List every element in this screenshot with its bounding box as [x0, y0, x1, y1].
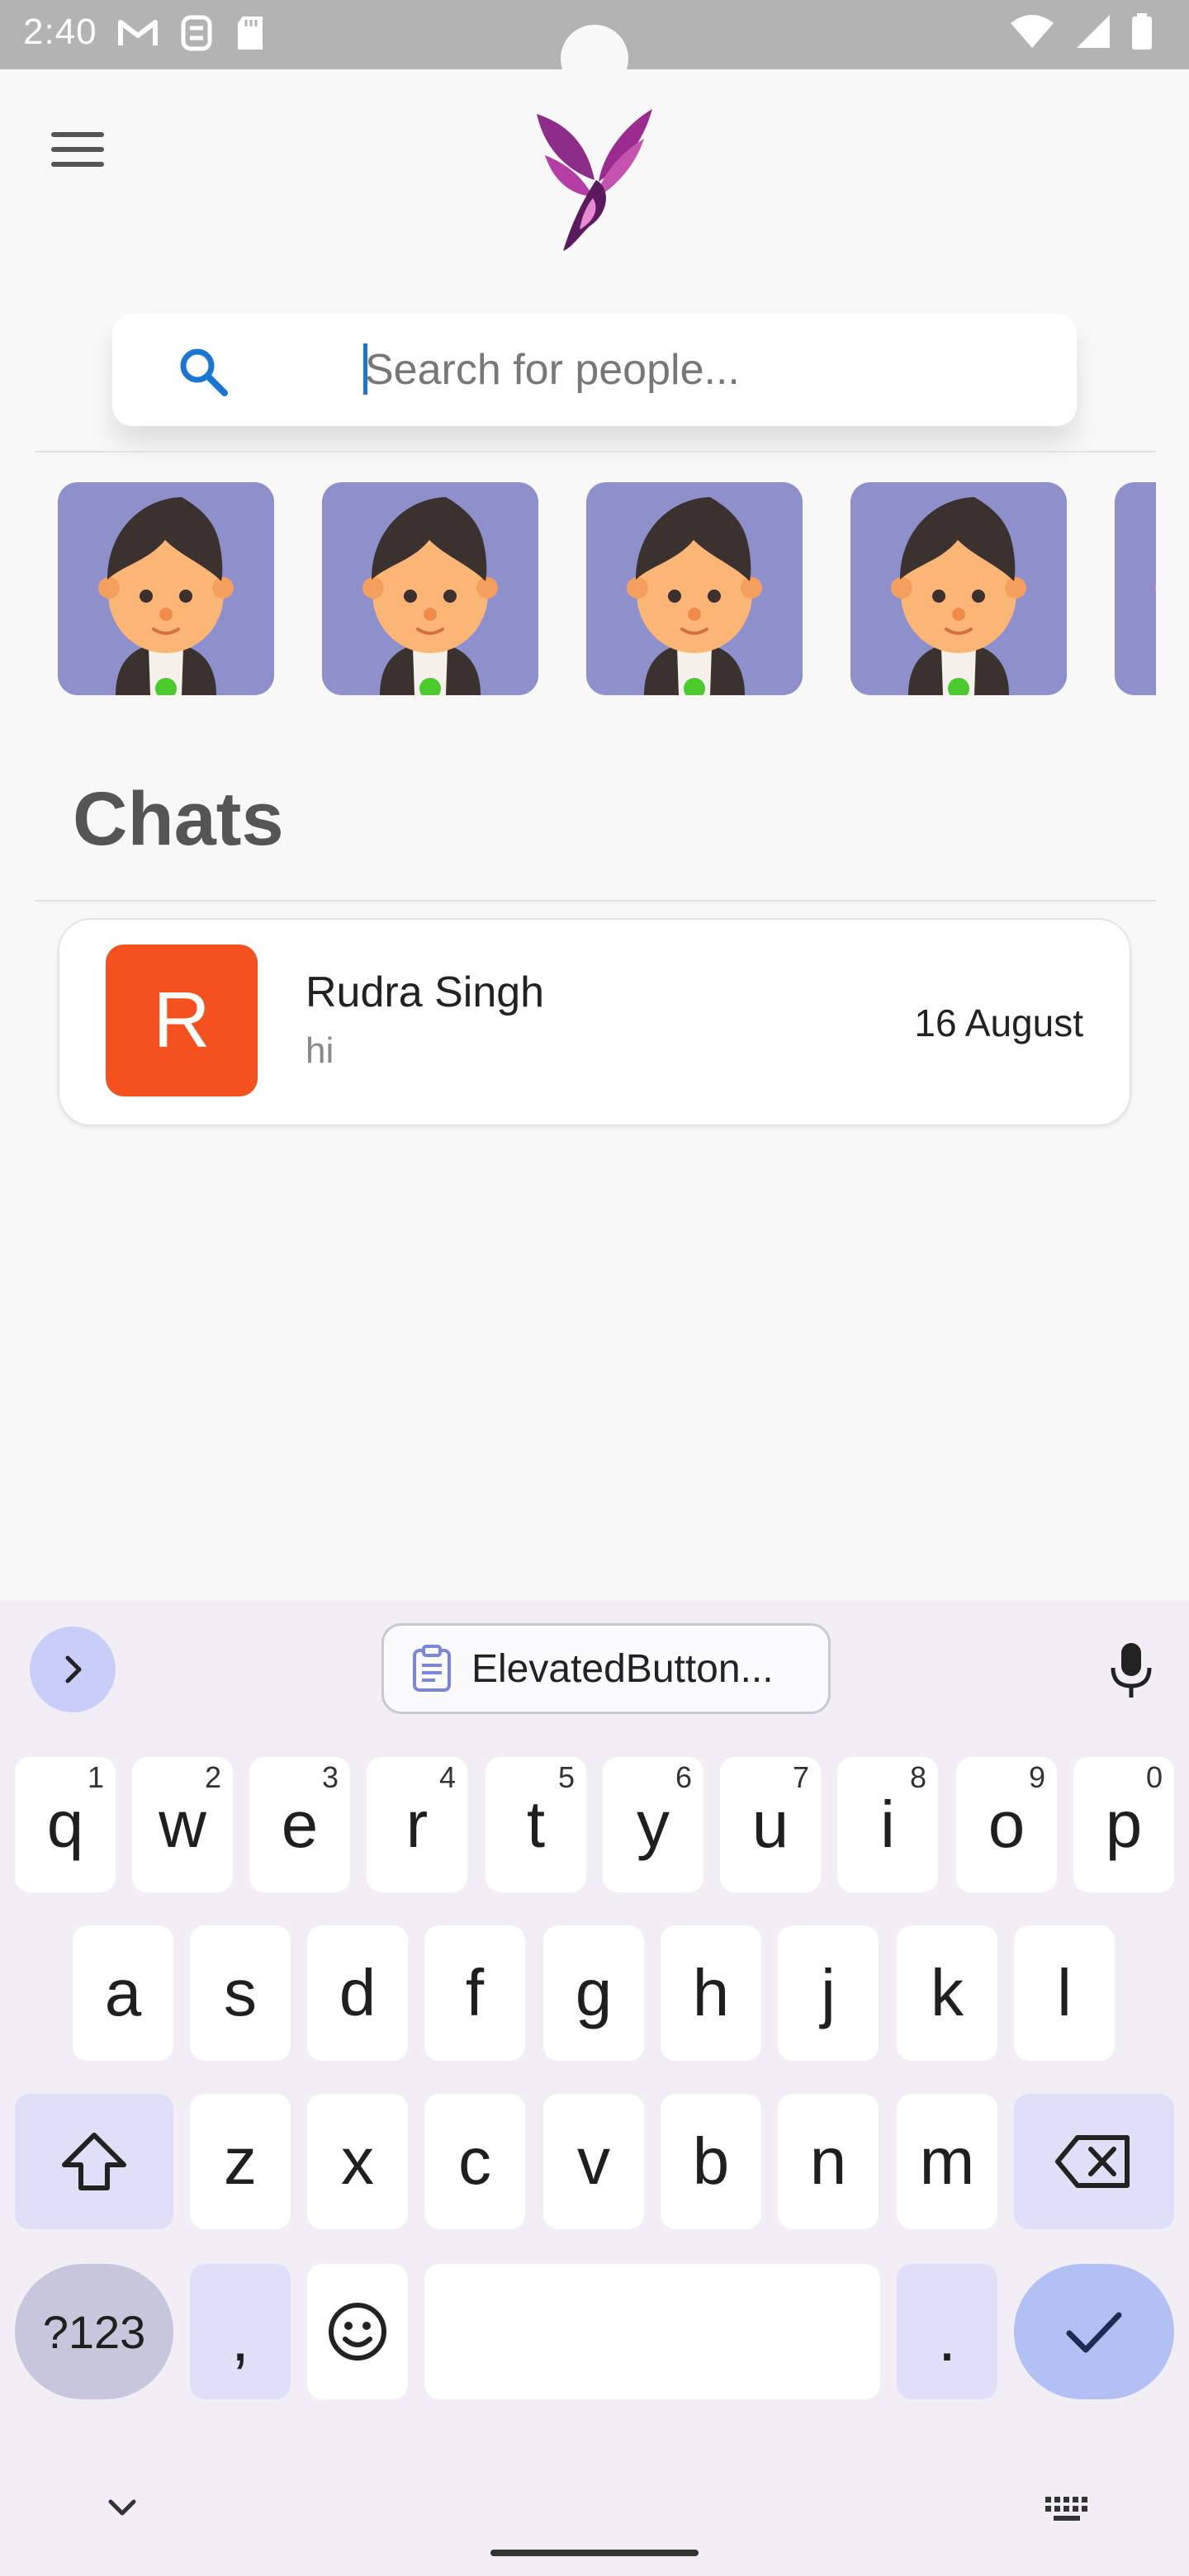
backspace-key[interactable] [1014, 2094, 1174, 2229]
search-box[interactable] [112, 314, 1077, 426]
battery-icon [1132, 13, 1152, 50]
comma-key[interactable]: , [190, 2264, 291, 2399]
key-d[interactable]: d [307, 1925, 408, 2061]
key-y[interactable]: y6 [603, 1757, 703, 1892]
avatar-icon [891, 497, 1026, 695]
shift-icon [62, 2133, 126, 2190]
sd-card-icon [238, 17, 263, 50]
key-m[interactable]: m [897, 2094, 997, 2229]
backspace-icon [1055, 2135, 1130, 2188]
period-key[interactable]: . [897, 2264, 997, 2399]
status-time: 2:40 [23, 12, 97, 52]
chat-name: Rudra Singh [306, 968, 545, 1016]
status-system-icons [1009, 13, 1153, 50]
shift-key[interactable] [15, 2094, 173, 2229]
camera-cutout [561, 25, 628, 92]
emoji-icon [329, 2303, 386, 2361]
key-t[interactable]: t5 [486, 1757, 586, 1892]
user-avatar[interactable] [850, 482, 1067, 695]
toolbar-expand-button[interactable] [30, 1627, 116, 1712]
key-b[interactable]: b [661, 2094, 761, 2229]
key-r[interactable]: r4 [367, 1757, 467, 1892]
key-k[interactable]: k [897, 1925, 997, 2061]
clipboard-suggestion-chip[interactable]: ElevatedButton... [381, 1623, 831, 1714]
enter-key[interactable] [1014, 2264, 1174, 2399]
key-f[interactable]: f [424, 1925, 525, 2061]
key-u[interactable]: u7 [720, 1757, 821, 1892]
chat-list-item[interactable]: R Rudra Singh hi 16 August [58, 918, 1131, 1126]
bird-logo [537, 109, 652, 251]
key-h[interactable]: h [661, 1925, 761, 2061]
key-g[interactable]: g [543, 1925, 644, 2061]
key-x[interactable]: x [307, 2094, 408, 2229]
key-i[interactable]: i8 [837, 1757, 938, 1892]
divider [35, 900, 1156, 902]
microphone-icon[interactable] [1108, 1641, 1154, 1699]
clipboard-icon [413, 1645, 451, 1692]
online-users-row[interactable] [58, 482, 1156, 698]
signal-icon [1077, 15, 1110, 48]
user-avatar[interactable] [322, 482, 538, 695]
key-q[interactable]: q1 [15, 1757, 116, 1892]
user-avatar[interactable] [58, 482, 274, 695]
key-w[interactable]: w2 [132, 1757, 233, 1892]
gmail-icon [118, 20, 158, 45]
chevron-down-icon[interactable] [102, 2492, 142, 2525]
chat-date: 16 August [914, 1002, 1083, 1044]
clipboard-suggestion-text: ElevatedButton... [471, 1646, 774, 1691]
home-indicator[interactable] [490, 2550, 699, 2556]
search-input[interactable] [365, 334, 1026, 406]
avatar-icon [98, 497, 234, 695]
key-o[interactable]: o9 [956, 1757, 1057, 1892]
status-notification-icons [117, 15, 266, 51]
key-l[interactable]: l [1014, 1925, 1115, 2061]
checkmark-icon [1066, 2312, 1122, 2353]
key-s[interactable]: s [190, 1925, 291, 2061]
key-e[interactable]: e3 [249, 1757, 350, 1892]
divider [35, 451, 1156, 452]
app-icon [181, 15, 212, 51]
key-c[interactable]: c [424, 2094, 525, 2229]
key-z[interactable]: z [190, 2094, 291, 2229]
key-a[interactable]: a [73, 1925, 173, 2061]
key-p[interactable]: p0 [1073, 1757, 1174, 1892]
soft-keyboard: ElevatedButton... q1 w2 e3 r4 t5 y6 u7 i… [0, 1600, 1189, 2576]
search-icon [180, 348, 228, 396]
user-avatar[interactable] [1115, 482, 1156, 695]
chevron-right-icon [65, 1655, 82, 1683]
menu-icon[interactable] [51, 132, 111, 177]
user-avatar[interactable] [586, 482, 803, 695]
emoji-key[interactable] [307, 2264, 408, 2399]
keyboard-switch-icon[interactable] [1042, 2492, 1093, 2525]
space-key[interactable] [424, 2264, 880, 2399]
key-v[interactable]: v [543, 2094, 644, 2229]
chat-avatar: R [106, 945, 258, 1096]
chat-last-message: hi [306, 1030, 334, 1071]
avatar-icon [1155, 584, 1156, 592]
chats-heading: Chats [73, 777, 284, 861]
key-n[interactable]: n [778, 2094, 879, 2229]
key-j[interactable]: j [778, 1925, 879, 2061]
avatar-icon [627, 497, 762, 695]
symbols-key[interactable]: ?123 [15, 2264, 173, 2399]
wifi-icon [1011, 15, 1054, 48]
avatar-icon [362, 497, 498, 695]
